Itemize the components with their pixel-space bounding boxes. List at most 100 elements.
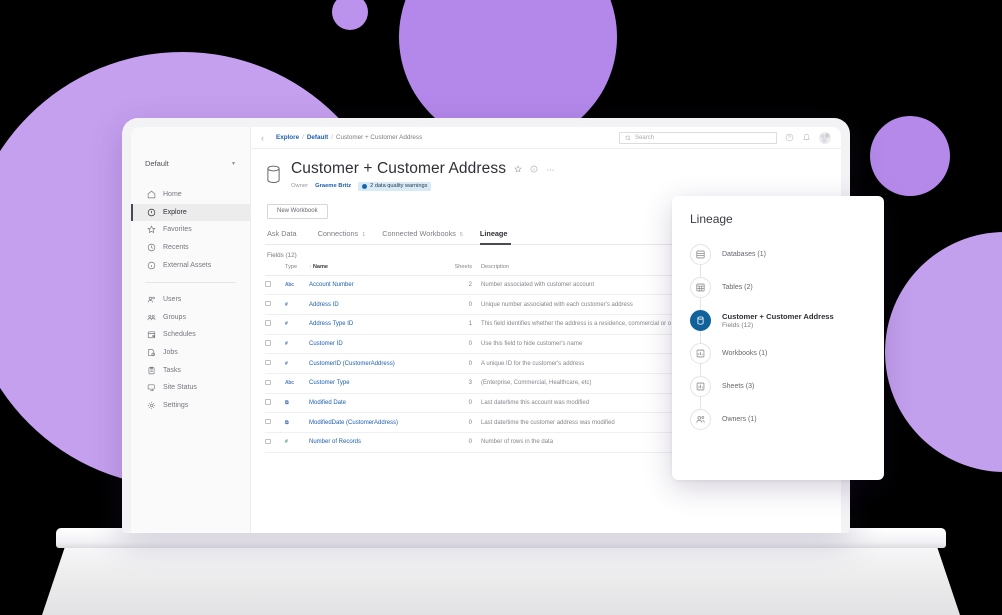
users-icon (147, 297, 155, 303)
field-name-link[interactable]: Account Number (309, 282, 354, 288)
tab-lineage[interactable]: Lineage (479, 228, 512, 245)
lineage-item-label: Workbooks (1) (722, 350, 768, 357)
sidebar-item-site-status[interactable]: Site Status (131, 379, 250, 397)
field-name-link[interactable]: Customer Type (309, 380, 350, 386)
field-name-link[interactable]: Address Type ID (309, 321, 353, 327)
sidebar-item-favorites[interactable]: Favorites (131, 221, 250, 239)
breadcrumb-separator: / (331, 134, 333, 141)
column-header-type[interactable]: Type (285, 263, 309, 276)
tab-connections[interactable]: Connections 1 (318, 229, 366, 245)
field-name-link[interactable]: Modified Date (309, 400, 346, 406)
row-sheets-cell: 0 (437, 334, 481, 355)
row-checkbox[interactable] (265, 281, 271, 287)
row-checkbox[interactable] (265, 359, 271, 366)
row-checkbox[interactable] (265, 300, 271, 307)
column-header-name-label: Name (312, 263, 329, 270)
lineage-panel-title: Lineage (690, 212, 733, 226)
lineage-item-owners[interactable]: Owners (1) (690, 403, 884, 436)
warning-dot-icon (362, 183, 368, 189)
background-blob-small (332, 0, 368, 30)
field-name-link[interactable]: CustomerID (CustomerAddress) (309, 361, 395, 367)
sidebar-item-recents[interactable]: Recents (131, 239, 250, 257)
field-name-link[interactable]: Address ID (309, 302, 339, 308)
groups-icon (147, 314, 156, 320)
breadcrumb-item-explore[interactable]: Explore (276, 134, 299, 141)
status-badge[interactable]: 2 data quality warnings (358, 181, 432, 191)
sidebar-item-label: Tasks (163, 366, 181, 374)
row-checkbox-cell (265, 314, 285, 335)
lineage-item-label: Sheets (3) (722, 383, 755, 390)
sidebar-item-jobs[interactable]: Jobs (131, 344, 250, 362)
star-outline-icon[interactable] (514, 165, 522, 173)
row-sheets-cell: 0 (437, 353, 481, 374)
row-sheets-cell: 0 (437, 294, 481, 315)
tab-label: Connected Workbooks (382, 228, 456, 238)
top-bar: ‹ Explore / Default / Customer + Custome… (251, 127, 841, 149)
row-type-cell: # (285, 314, 309, 335)
tab-label: Lineage (479, 228, 508, 238)
row-checkbox[interactable] (265, 399, 271, 405)
info-circle-icon[interactable] (530, 165, 538, 173)
new-workbook-button[interactable]: New Workbook (267, 203, 328, 219)
sidebar-item-settings[interactable]: Settings (131, 397, 250, 415)
site-selector[interactable]: Default ▼ (145, 159, 236, 168)
search-input[interactable]: Search (619, 131, 777, 144)
row-type-cell: # (285, 334, 309, 355)
datasource-meta: Owner Graeme Britz 2 data quality warnin… (291, 181, 555, 191)
avatar[interactable] (819, 131, 831, 144)
row-checkbox[interactable] (265, 340, 271, 346)
sidebar-item-explore[interactable]: Explore (131, 203, 250, 222)
ellipsis-icon[interactable] (546, 165, 555, 174)
sidebar-item-home[interactable]: Home (131, 186, 250, 204)
field-name-link[interactable]: Customer ID (309, 341, 343, 347)
field-type-abc-icon: Abc (285, 281, 294, 288)
column-header-name[interactable]: ↑ Name (309, 263, 437, 276)
site-selector-label: Default (145, 159, 169, 168)
field-name-link[interactable]: ModifiedDate (CustomerAddress) (309, 420, 398, 426)
collapse-sidebar-icon[interactable]: ‹ (257, 133, 268, 143)
help-circle-icon[interactable] (785, 133, 794, 142)
tab-label: Connections (317, 228, 359, 238)
lineage-item-databases[interactable]: Databases (1) (690, 238, 884, 271)
tab-count: 1 (362, 231, 366, 238)
column-header-sheets[interactable]: Sheets (437, 263, 481, 276)
sidebar-item-label: Groups (163, 313, 186, 321)
lineage-item-workbooks[interactable]: Workbooks (1) (690, 337, 884, 370)
tab-count: 5 (459, 231, 463, 238)
row-name-cell: Address Type ID (309, 314, 437, 335)
row-checkbox[interactable] (265, 438, 271, 445)
field-type-num-icon: # (285, 340, 288, 347)
breadcrumb-item-default[interactable]: Default (307, 134, 328, 141)
workbook-icon (690, 343, 711, 364)
sidebar-item-label: Site Status (163, 384, 197, 392)
owner-name[interactable]: Graeme Britz (315, 183, 351, 189)
sidebar-item-groups[interactable]: Groups (131, 309, 250, 327)
lineage-item-sheets[interactable]: Sheets (3) (690, 370, 884, 403)
datasource-title-row: Customer + Customer Address (291, 160, 555, 178)
datasource-title-block: Customer + Customer Address Owner Graeme… (291, 160, 555, 191)
lineage-list: Databases (1) Tables (2) Customer + Cust… (690, 238, 884, 436)
row-checkbox[interactable] (265, 418, 271, 425)
page-title: Customer + Customer Address (291, 160, 507, 177)
field-name-link[interactable]: Number of Records (309, 439, 361, 445)
search-icon (625, 135, 631, 140)
sidebar-item-tasks[interactable]: Tasks (131, 361, 250, 379)
sidebar-item-users[interactable]: Users (131, 291, 250, 309)
clipboard-icon (148, 366, 155, 374)
sidebar-item-schedules[interactable]: Schedules (131, 326, 250, 344)
top-bar-actions: Search (619, 131, 831, 144)
row-checkbox[interactable] (265, 320, 271, 326)
row-type-cell: ⧉ (285, 412, 309, 433)
sidebar-item-external-assets[interactable]: External Assets (131, 256, 250, 274)
lineage-item-current-datasource[interactable]: Customer + Customer Address Fields (12) (690, 304, 884, 337)
tab-connected-workbooks[interactable]: Connected Workbooks 5 (382, 229, 463, 245)
sidebar-item-label: Settings (163, 401, 189, 409)
bell-icon[interactable] (802, 133, 811, 142)
field-type-abc-icon: Abc (285, 380, 294, 387)
row-checkbox[interactable] (265, 379, 271, 386)
lineage-item-tables[interactable]: Tables (2) (690, 271, 884, 304)
column-header-checkbox (265, 263, 285, 276)
sidebar-item-label: Favorites (163, 226, 192, 234)
sidebar-item-label: Jobs (163, 349, 178, 357)
tab-ask-data[interactable]: Ask Data (267, 229, 301, 245)
